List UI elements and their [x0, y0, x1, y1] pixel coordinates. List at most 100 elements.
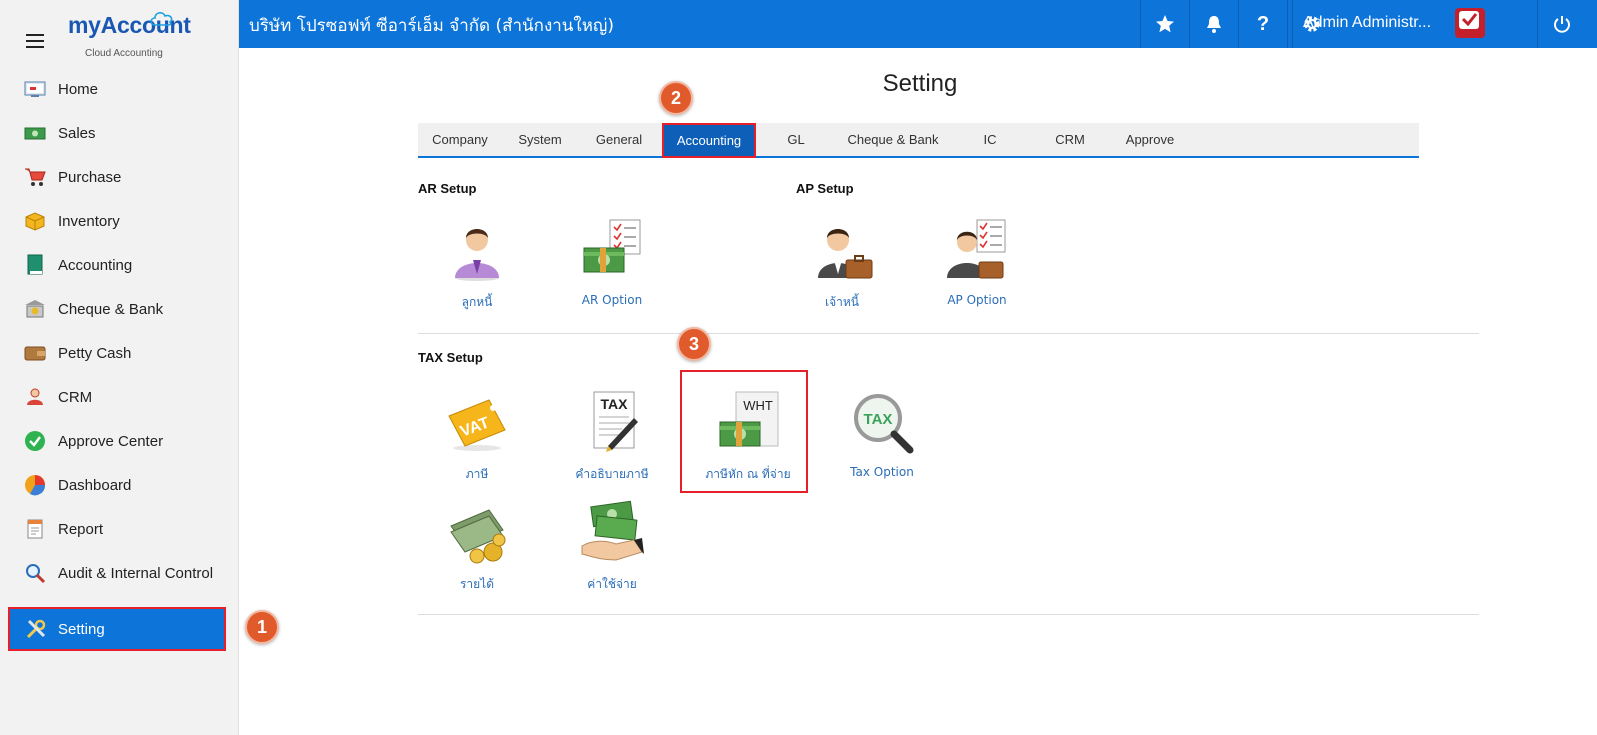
bell-icon	[1207, 16, 1221, 33]
tax-doc-text: TAX	[601, 396, 629, 412]
logo-area: myAccount Cloud Accounting	[0, 0, 239, 70]
report-icon	[23, 518, 47, 540]
tax-description-tile[interactable]: TAX คำอธิบายภาษี	[552, 390, 672, 490]
sidebar-item-audit[interactable]: Audit & Internal Control	[0, 551, 239, 595]
tab-cheque-bank[interactable]: Cheque & Bank	[836, 123, 950, 156]
book-icon	[23, 254, 47, 276]
bank-icon	[23, 298, 47, 320]
vendor-tile[interactable]: เจ้าหนี้	[782, 218, 902, 318]
sidebar-item-label: Setting	[58, 620, 105, 638]
sidebar-item-label: Petty Cash	[58, 344, 132, 362]
sidebar-item-purchase[interactable]: Purchase	[0, 155, 239, 199]
sidebar-item-inventory[interactable]: Inventory	[0, 199, 239, 243]
logout-button[interactable]	[1537, 0, 1586, 48]
money-hand-icon	[581, 500, 644, 561]
brand-my: my	[68, 12, 101, 38]
section-divider	[418, 614, 1479, 615]
expense-label: ค่าใช้จ่าย	[587, 577, 637, 591]
home-icon	[23, 78, 47, 100]
sidebar-item-label: Inventory	[58, 212, 120, 230]
sidebar-item-label: Purchase	[58, 168, 122, 186]
sidebar-item-setting[interactable]: Setting	[8, 607, 226, 651]
sidebar-item-accounting[interactable]: Accounting	[0, 243, 239, 287]
customer-person-icon	[455, 229, 499, 281]
sales-icon	[23, 122, 47, 144]
ap-setup-title: AP Setup	[796, 181, 854, 196]
tab-approve[interactable]: Approve	[1110, 123, 1190, 156]
ap-option-tile[interactable]: AP Option	[917, 218, 1037, 318]
tax-option-tile[interactable]: TAX Tax Option	[822, 390, 942, 490]
sidebar-item-label: Audit & Internal Control	[58, 564, 214, 582]
brand-account: Account	[100, 12, 191, 38]
star-icon	[1156, 15, 1174, 33]
tax-tile[interactable]: VAT ภาษี	[417, 390, 537, 490]
box-icon	[23, 210, 47, 232]
sidebar-item-label: Dashboard	[58, 476, 132, 494]
tax-magnifier-icon: TAX	[854, 394, 914, 454]
company-title[interactable]: บริษัท โปรซอฟท์ ซีอาร์เอ็ม จำกัด (สำนักง…	[249, 12, 614, 39]
income-label: รายได้	[459, 577, 495, 591]
ar-option-tile[interactable]: AR Option	[552, 218, 672, 318]
check-circle-icon	[23, 430, 47, 452]
customer-tile[interactable]: ลูกหนี้	[417, 218, 537, 318]
sidebar-item-petty-cash[interactable]: Petty Cash	[0, 331, 239, 375]
tax-document-pen-icon: TAX	[593, 391, 638, 452]
businessman-briefcase-icon	[818, 229, 873, 279]
tab-ic[interactable]: IC	[950, 123, 1030, 156]
tax-description-label: คำอธิบายภาษี	[575, 467, 649, 481]
ar-option-label: AR Option	[581, 293, 643, 307]
tab-crm[interactable]: CRM	[1030, 123, 1110, 156]
customer-label: ลูกหนี้	[461, 295, 493, 309]
cash-coins-icon	[450, 509, 506, 564]
sidebar-item-sales[interactable]: Sales	[0, 111, 239, 155]
sidebar: myAccount Cloud Accounting Home Sales Pu…	[0, 0, 239, 735]
gear-icon	[1304, 16, 1320, 32]
brand-subtitle: Cloud Accounting	[85, 48, 163, 59]
vendor-label: เจ้าหนี้	[825, 295, 859, 309]
tab-company[interactable]: Company	[418, 123, 502, 156]
sidebar-item-home[interactable]: Home	[0, 67, 239, 111]
settings-tabs: Company System General Accounting GL Che…	[418, 123, 1419, 158]
sidebar-item-report[interactable]: Report	[0, 507, 239, 551]
expense-tile[interactable]: ค่าใช้จ่าย	[552, 500, 672, 600]
power-icon	[1554, 16, 1570, 33]
sidebar-item-label: Approve Center	[58, 432, 164, 450]
sidebar-item-label: Home	[58, 80, 99, 98]
sidebar-item-label: Sales	[58, 124, 96, 142]
pie-chart-icon	[23, 474, 47, 496]
tab-general[interactable]: General	[578, 123, 660, 156]
settings-button[interactable]	[1287, 0, 1336, 48]
hamburger-menu-icon[interactable]	[26, 34, 44, 48]
businessman-checklist-icon	[947, 219, 1006, 279]
sidebar-item-cheque-bank[interactable]: Cheque & Bank	[0, 287, 239, 331]
money-checklist-icon	[583, 219, 641, 273]
people-icon	[23, 386, 47, 408]
sidebar-item-approve-center[interactable]: Approve Center	[0, 419, 239, 463]
wallet-icon	[23, 342, 47, 364]
help-button[interactable]: ?	[1238, 0, 1287, 48]
favorites-button[interactable]	[1140, 0, 1189, 48]
brand-logo[interactable]: myAccount Cloud Accounting	[68, 12, 191, 59]
step-badge-1: 1	[245, 610, 279, 644]
tab-system[interactable]: System	[502, 123, 578, 156]
sidebar-item-label: Accounting	[58, 256, 133, 274]
tab-accounting[interactable]: Accounting	[662, 123, 756, 158]
income-tile[interactable]: รายได้	[417, 500, 537, 600]
sidebar-item-dashboard[interactable]: Dashboard	[0, 463, 239, 507]
notifications-button[interactable]	[1189, 0, 1238, 48]
cloud-icon	[150, 12, 173, 26]
help-icon: ?	[1256, 12, 1270, 35]
highlight-box	[680, 370, 808, 493]
tax-option-text: TAX	[864, 411, 893, 428]
user-avatar-icon	[1455, 8, 1485, 38]
vat-tag-icon: VAT	[448, 399, 506, 451]
tab-gl[interactable]: GL	[756, 123, 836, 156]
cart-icon	[23, 166, 47, 188]
sidebar-item-label: Cheque & Bank	[58, 300, 164, 318]
section-divider	[418, 333, 1479, 334]
sidebar-item-label: CRM	[58, 388, 93, 406]
ar-setup-title: AR Setup	[418, 181, 477, 196]
step-badge-3: 3	[677, 327, 711, 361]
sidebar-item-crm[interactable]: CRM	[0, 375, 239, 419]
page-title: Setting	[882, 70, 958, 97]
